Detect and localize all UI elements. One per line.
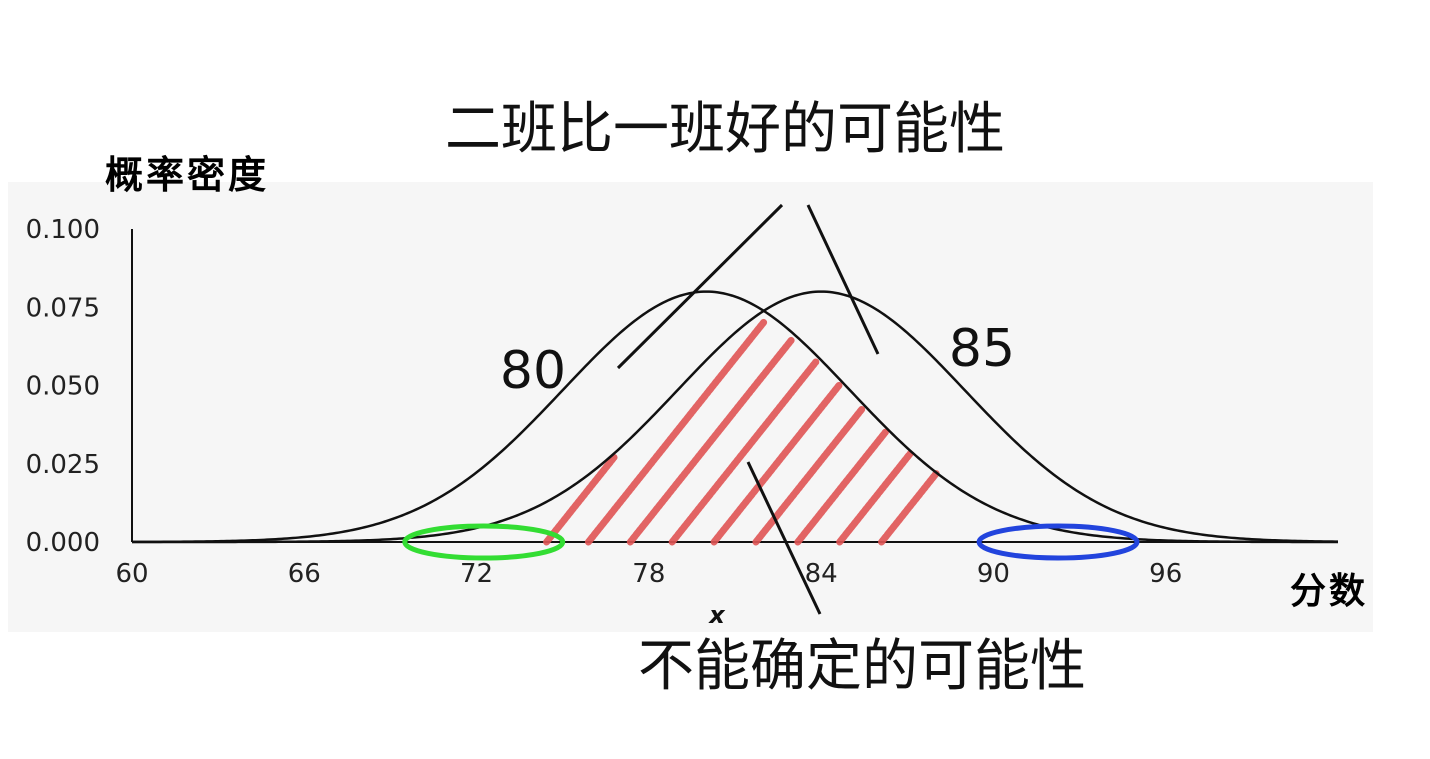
x-tick-label: 96 <box>1149 559 1182 589</box>
y-axis-label: 概率密度 <box>105 153 269 197</box>
bottom-annotation: 不能确定的可能性 <box>638 634 1086 699</box>
x-tick-label: 90 <box>977 559 1010 589</box>
chart-canvas: 二班比一班好的可能性 概率密度 分数 x 不能确定的可能性 80 85 0.00… <box>8 97 1373 699</box>
x-tick-label: 66 <box>288 559 321 589</box>
y-tick-label: 0.075 <box>26 293 100 323</box>
y-tick-label: 0.000 <box>26 528 100 558</box>
peak-label-left: 80 <box>500 341 566 401</box>
y-tick-label: 0.025 <box>26 450 100 480</box>
x-tick-label: 72 <box>460 559 493 589</box>
y-tick-label: 0.100 <box>26 215 100 245</box>
x-tick-label: 60 <box>115 559 148 589</box>
x-axis-label: 分数 <box>1290 571 1368 612</box>
x-axis-letter: x <box>708 601 726 629</box>
x-tick-label: 84 <box>805 559 838 589</box>
top-annotation: 二班比一班好的可能性 <box>445 97 1005 162</box>
x-tick-label: 78 <box>632 559 665 589</box>
peak-label-right: 85 <box>949 319 1015 379</box>
y-tick-label: 0.050 <box>26 372 100 402</box>
